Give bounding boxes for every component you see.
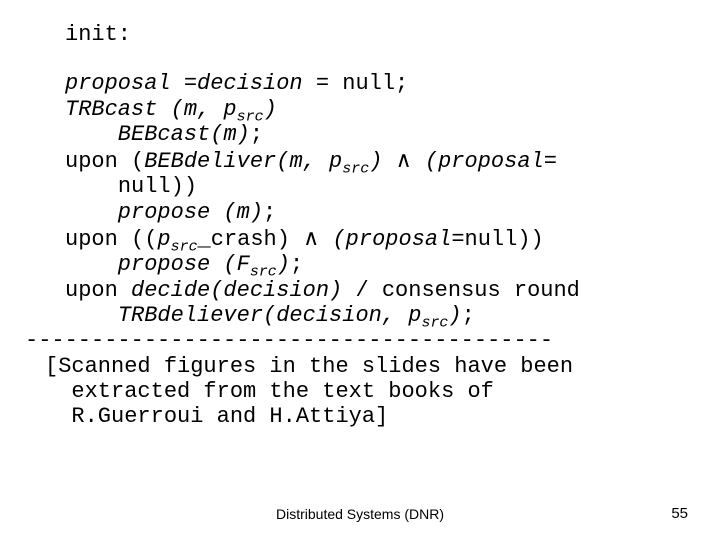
text: / consensus round [342,278,580,303]
note-line-1: [Scanned figures in the slides have been [45,354,675,379]
and-symbol: ∧ [303,225,319,250]
line-8: propose (Fsrc); [65,252,675,277]
footer-center: Distributed Systems (DNR) [0,506,720,522]
text: propose (m) [65,200,263,225]
text: decide(decision) [131,278,342,303]
note-line-2: extracted from the text books of [45,379,675,404]
text: ) [264,97,277,122]
text: =null)) [451,227,543,252]
divider-line: ---------------------------------------- [25,328,675,353]
text: (proposal [319,227,451,252]
text: (proposal [412,149,544,174]
text: extracted from the text books of [45,379,494,404]
text: TRBdeliever(decision, p [65,303,421,328]
text: _crash) [198,227,304,252]
line-1: proposal =decision = null; [65,71,675,96]
note-line-3: R.Guerroui and H.Attiya] [45,404,675,429]
text: ; [290,252,303,277]
line-10: TRBdeliever(decision, psrc); [65,303,675,328]
slide: init: proposal =decision = null; TRBcast… [0,0,720,540]
footer-text: Distributed Systems (DNR) [276,506,444,522]
text: ; [250,122,263,147]
line-5: null)) [65,174,675,199]
text [382,149,395,174]
text: TRBcast (m, p [65,97,237,122]
text: upon [65,278,131,303]
line-3: BEBcast(m); [65,122,675,147]
page-number: 55 [671,505,688,522]
text: propose (F [65,252,250,277]
text: ---------------------------------------- [25,328,553,353]
text: ) [277,252,290,277]
text: p [157,227,170,252]
page-number-text: 55 [671,505,688,522]
line-4: upon (BEBdeliver(m, psrc) ∧ (proposal= [65,147,675,174]
text: init: [65,22,131,47]
text: R.Guerroui and H.Attiya] [45,404,388,429]
line-6: propose (m); [65,200,675,225]
text: BEBcast(m) [65,122,250,147]
text: ) [369,149,382,174]
subscript: src [342,162,369,178]
code-block: init: proposal =decision = null; TRBcast… [65,22,675,429]
text: = null; [303,71,409,96]
text: BEBdeliver(m, p [144,149,342,174]
line-7: upon ((psrc_crash) ∧ (proposal=null)) [65,225,675,252]
text: ; [462,303,475,328]
blank-line [65,47,675,71]
line-2: TRBcast (m, psrc) [65,97,675,122]
text: [Scanned figures in the slides have been [45,354,573,379]
text: null)) [118,174,197,199]
text: = [544,149,557,174]
text: upon ( [65,149,144,174]
text: upon (( [65,227,157,252]
text: ; [263,200,276,225]
text: ) [448,303,461,328]
indent [65,174,118,199]
and-symbol: ∧ [396,147,412,172]
line-9: upon decide(decision) / consensus round [65,278,675,303]
text: proposal =decision [65,71,303,96]
line-init: init: [65,22,675,47]
